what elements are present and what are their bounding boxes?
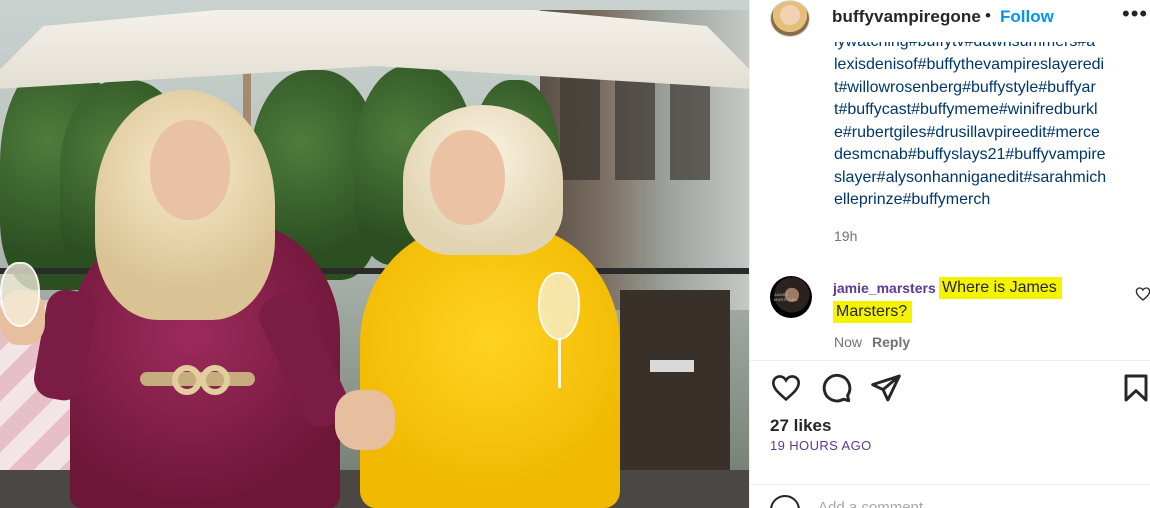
- caption-line: lywatching#buffytv#dawnsummers#a: [834, 42, 1134, 54]
- post-side-panel: buffyvampiregone • Follow ••• lywatching…: [749, 0, 1150, 508]
- post-caption: lywatching#buffytv#dawnsummers#a lexisde…: [834, 42, 1134, 212]
- caption-line: lexisdenisof#buffythevampireslayeredi: [834, 56, 1105, 73]
- separator-dot: •: [985, 6, 991, 25]
- trash-bin-label: [650, 360, 694, 372]
- belt-buckle: [172, 365, 202, 395]
- comment-text-line: Marsters?: [833, 301, 913, 323]
- likes-count[interactable]: 27 likes: [770, 416, 831, 436]
- yellow-lace-dress: [360, 225, 620, 508]
- caption-line: t#buffycast#buffymeme#winifredburkl: [834, 101, 1098, 118]
- emoji-icon[interactable]: [770, 495, 800, 508]
- avatar-caption: JAMES MARSTERS: [774, 292, 798, 302]
- post-username[interactable]: buffyvampiregone: [832, 7, 981, 27]
- comment-username[interactable]: jamie_marsters: [833, 276, 939, 300]
- building-window: [670, 70, 710, 180]
- post-photo[interactable]: [0, 0, 749, 508]
- more-options-icon[interactable]: •••: [1122, 3, 1148, 28]
- caption-line: e#rubertgiles#drusillavpireedit#merce: [834, 123, 1100, 141]
- caption-timestamp[interactable]: 19h: [834, 228, 857, 244]
- comment-time: Now: [834, 334, 863, 350]
- building-window: [615, 70, 655, 180]
- comment-meta: Now Reply: [834, 334, 910, 350]
- held-hands: [335, 390, 395, 450]
- caption-line: desmcnab#buffyslays21#buffyvampire: [834, 146, 1106, 163]
- post-date[interactable]: 19 HOURS AGO: [770, 438, 872, 453]
- heart-icon[interactable]: [770, 372, 802, 404]
- avatar[interactable]: [770, 0, 810, 37]
- comment-heart-icon[interactable]: [1135, 286, 1150, 302]
- action-bar: [750, 366, 1150, 410]
- comment-text-line: Where is James: [939, 277, 1062, 299]
- comment-icon[interactable]: [820, 372, 852, 404]
- add-comment-input[interactable]: [818, 499, 1058, 508]
- wine-glass: [538, 272, 580, 340]
- belt-buckle: [200, 365, 230, 395]
- wine-glass: [0, 262, 40, 327]
- follow-button[interactable]: Follow: [1000, 7, 1054, 27]
- caption-line: slayer#alysonhanniganedit#sarahmich: [834, 168, 1107, 186]
- divider: [750, 360, 1150, 361]
- building-window: [560, 70, 600, 180]
- reply-button[interactable]: Reply: [872, 334, 910, 350]
- face: [430, 130, 505, 225]
- post-header: buffyvampiregone • Follow •••: [750, 0, 1150, 40]
- wine-glass-stem: [558, 338, 561, 388]
- caption-line: elleprinze#buffymerch: [834, 191, 991, 208]
- caption-line: t#willowrosenberg#buffystyle#buffyar: [834, 78, 1096, 96]
- umbrella: [0, 10, 749, 90]
- comment-body: jamie_marsters Where is James Marsters?: [833, 276, 1083, 324]
- bookmark-icon[interactable]: [1120, 372, 1150, 404]
- add-comment-bar: [750, 484, 1150, 508]
- share-icon[interactable]: [870, 372, 902, 404]
- comment-avatar[interactable]: JAMES MARSTERS: [770, 276, 812, 318]
- comment-item: JAMES MARSTERS jamie_marsters Where is Ja…: [750, 268, 1150, 358]
- face: [150, 120, 230, 220]
